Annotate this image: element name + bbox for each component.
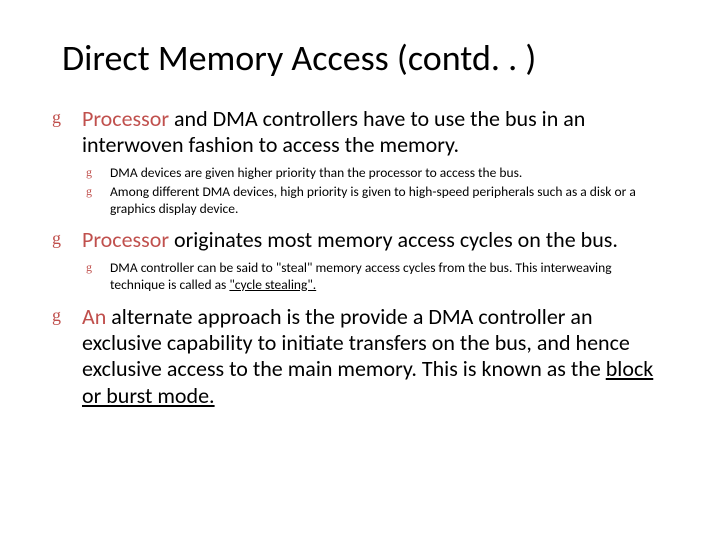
bullet-item: Processor originates most memory access …	[52, 227, 668, 293]
bullet-lead: Processor	[82, 226, 169, 253]
sub-bullet-list: DMA controller can be said to "steal" me…	[82, 260, 668, 294]
bullet-item: Processor and DMA controllers have to us…	[52, 106, 668, 217]
bullet-list: Processor and DMA controllers have to us…	[52, 106, 668, 409]
bullet-text: alternate approach is the provide a DMA …	[82, 303, 653, 409]
sub-bullet-item: DMA controller can be said to "steal" me…	[82, 260, 668, 294]
slide-title: Direct Memory Access (contd. . )	[62, 36, 668, 80]
slide: Direct Memory Access (contd. . ) Process…	[0, 0, 720, 451]
sub-bullet-item: Among different DMA devices, high priori…	[82, 184, 668, 218]
bullet-item: An alternate approach is the provide a D…	[52, 304, 668, 410]
sub-bullet-list: DMA devices are given higher priority th…	[82, 165, 668, 218]
bullet-lead: Processor	[82, 105, 169, 132]
sub-bullet-item: DMA devices are given higher priority th…	[82, 165, 668, 182]
bullet-text: originates most memory access cycles on …	[169, 226, 618, 253]
bullet-lead: An	[82, 303, 106, 330]
